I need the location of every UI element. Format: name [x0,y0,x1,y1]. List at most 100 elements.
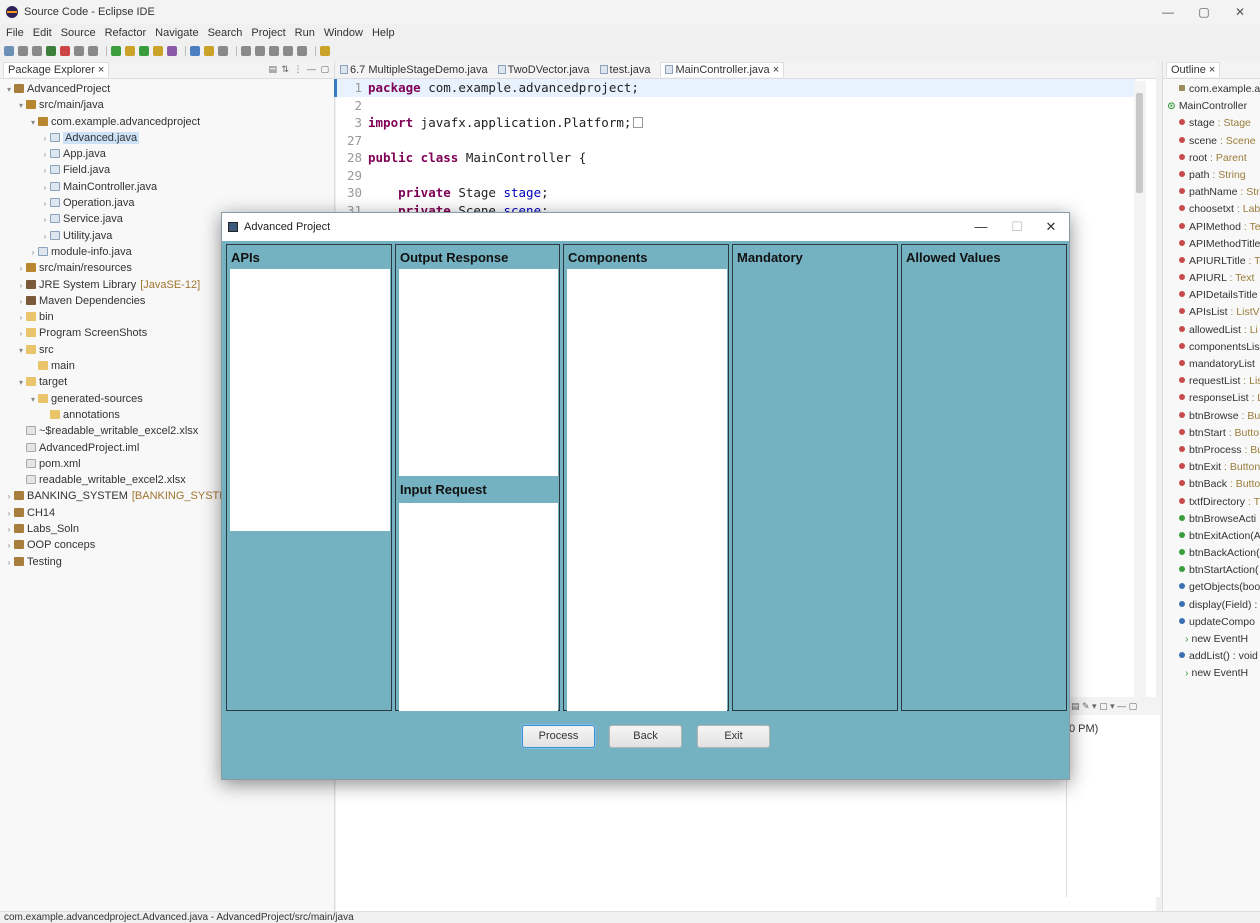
outline-item[interactable]: updateCompo [1163,614,1260,631]
outline-item[interactable]: btnExit : Button [1163,459,1260,476]
outline-item[interactable]: btnBrowseActi [1163,511,1260,528]
chevron-right-icon[interactable]: › [40,196,50,212]
menu-window[interactable]: Window [324,27,363,39]
chevron-right-icon[interactable]: › [4,489,14,505]
toolbar-button-icon[interactable] [153,46,163,56]
components-list[interactable] [567,269,727,711]
toolbar-button-icon[interactable] [4,46,14,56]
toolbar-button-icon[interactable] [283,46,293,56]
editor-tab[interactable]: TwoDVector.java [497,64,590,76]
chevron-right-icon[interactable]: › [16,310,26,326]
menu-file[interactable]: File [6,27,24,39]
view-actions-icon[interactable]: ▤ ⇅ ⋮ — ▢ [268,64,330,75]
toolbar-button-icon[interactable] [46,46,56,56]
package-explorer-tab[interactable]: Package Explorer × [3,62,110,77]
toolbar-button-icon[interactable] [18,46,28,56]
outline-item[interactable]: requestList : Lis [1163,373,1260,390]
outline-item[interactable]: btnBack : Butto [1163,476,1260,493]
toolbar-button-icon[interactable] [269,46,279,56]
minimize-button[interactable]: — [1150,0,1186,24]
chevron-right-icon[interactable]: › [4,506,14,522]
request-list[interactable] [399,503,558,711]
editor-tab[interactable]: 6.7 MultipleStageDemo.java [340,64,488,76]
toolbar-button-icon[interactable] [139,46,149,56]
outline-item[interactable]: btnBackAction( [1163,545,1260,562]
chevron-right-icon[interactable]: › [4,538,14,554]
exit-button[interactable]: Exit [697,725,770,748]
chevron-down-icon[interactable]: ▾ [28,392,38,408]
menu-run[interactable]: Run [295,27,315,39]
chevron-right-icon[interactable]: › [28,245,38,261]
outline-item[interactable]: txtfDirectory : T [1163,494,1260,511]
dialog-close-button[interactable]: ✕ [1033,213,1069,241]
menu-source[interactable]: Source [61,27,96,39]
menu-project[interactable]: Project [251,27,285,39]
outline-item[interactable]: responseList : L [1163,390,1260,407]
back-button[interactable]: Back [609,725,682,748]
outline-item[interactable]: addList() : void [1163,648,1260,665]
folded-region-icon[interactable] [633,117,644,128]
outline-tab[interactable]: Outline × [1166,62,1221,77]
maximize-button[interactable]: ▢ [1186,0,1222,24]
chevron-down-icon[interactable]: ▾ [28,115,38,131]
chevron-right-icon[interactable]: › [40,212,50,228]
outline-item[interactable]: pathName : Str [1163,184,1260,201]
toolbar-button-icon[interactable] [218,46,228,56]
console-toolbar[interactable]: ▤ ✎ ▾ ▢ ▾ — ▢ [1067,697,1160,715]
chevron-down-icon[interactable]: ▾ [16,98,26,114]
editor-tab[interactable]: MainController.java × [660,62,785,77]
outline-item[interactable]: btnExitAction(A [1163,528,1260,545]
menu-edit[interactable]: Edit [33,27,52,39]
outline-item[interactable]: stage : Stage [1163,115,1260,132]
toolbar-button-icon[interactable] [255,46,265,56]
outline-item[interactable]: path : String [1163,167,1260,184]
chevron-right-icon[interactable]: › [40,229,50,245]
chevron-right-icon[interactable]: › [16,278,26,294]
response-list[interactable] [399,269,558,476]
outline-item[interactable]: btnStartAction( [1163,562,1260,579]
code-area[interactable]: 1 package com.example.advancedproject; 2 3 i… [334,79,1136,219]
toolbar-button-icon[interactable] [241,46,251,56]
toolbar-button-icon[interactable] [32,46,42,56]
chevron-right-icon[interactable]: › [40,163,50,179]
outline-item[interactable]: APIDetailsTitle [1163,287,1260,304]
toolbar-button-icon[interactable] [88,46,98,56]
tree-item[interactable]: ▾ com.example.advancedproject [0,114,334,130]
process-button[interactable]: Process [522,725,595,748]
toolbar-button-icon[interactable] [167,46,177,56]
outline-item[interactable]: APIsList : ListVi [1163,304,1260,321]
chevron-down-icon[interactable]: ▾ [16,375,26,391]
tree-item[interactable]: › App.java [0,146,334,162]
dialog-maximize-button[interactable]: ☐ [999,213,1035,241]
tree-item[interactable]: ▾ AdvancedProject [0,81,334,97]
tree-item[interactable]: › Advanced.java [0,130,334,146]
outline-item[interactable]: btnProcess : Bu [1163,442,1260,459]
outline-class[interactable]: ⊙ MainController [1163,98,1260,115]
chevron-right-icon[interactable]: › [4,555,14,571]
editor-tab[interactable]: test.java [599,64,650,76]
outline-item[interactable]: allowedList : Li [1163,322,1260,339]
outline-item[interactable]: mandatoryList [1163,356,1260,373]
chevron-right-icon[interactable]: › [16,326,26,342]
toolbar-button-icon[interactable] [297,46,307,56]
outline-item[interactable]: componentsLis [1163,339,1260,356]
outline-package[interactable]: com.example.adva [1163,81,1260,98]
menu-search[interactable]: Search [208,27,243,39]
dialog-title-bar[interactable]: Advanced Project — ☐ ✕ [222,213,1069,241]
dialog-minimize-button[interactable]: — [963,213,999,241]
menu-help[interactable]: Help [372,27,395,39]
chevron-right-icon[interactable]: › [40,131,50,147]
apis-list[interactable] [230,269,390,531]
toolbar-button-icon[interactable] [204,46,214,56]
toolbar-button-icon[interactable] [125,46,135,56]
tree-item[interactable]: › Operation.java [0,195,334,211]
tree-item[interactable]: › Field.java [0,162,334,178]
chevron-right-icon[interactable]: › [40,180,50,196]
tree-item[interactable]: ▾ src/main/java [0,97,334,113]
outline-item[interactable]: choosetxt : Lab [1163,201,1260,218]
outline-item[interactable]: root : Parent [1163,150,1260,167]
chevron-right-icon[interactable]: › [4,522,14,538]
outline-item[interactable]: APIURLTitle : Te [1163,253,1260,270]
toolbar-button-icon[interactable] [320,46,330,56]
outline-item[interactable]: scene : Scene [1163,133,1260,150]
